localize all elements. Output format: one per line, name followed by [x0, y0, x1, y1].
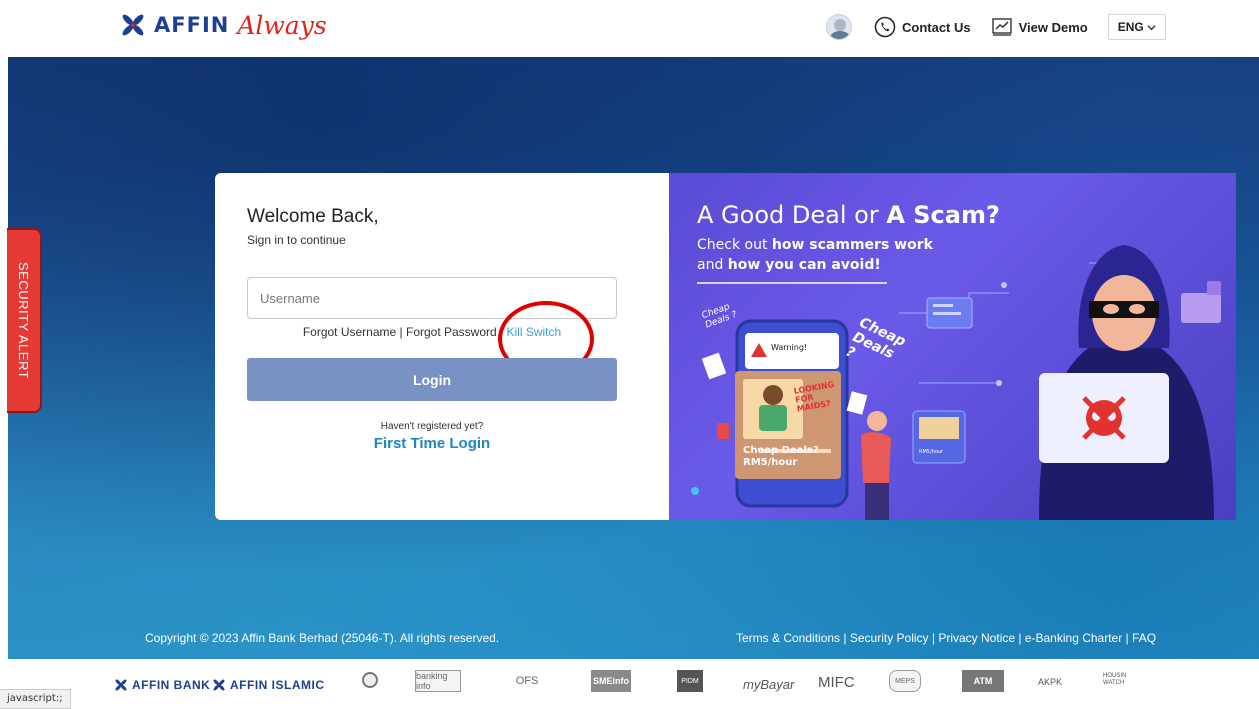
affin-islamic-logo[interactable]: AFFIN ISLAMIC	[211, 677, 325, 693]
login-button[interactable]: Login	[247, 358, 617, 401]
meps-logo[interactable]: MEPS	[889, 670, 921, 692]
view-demo-label: View Demo	[1018, 19, 1088, 35]
security-alert-label: SECURITY ALERT	[16, 261, 31, 380]
seal-logo[interactable]	[362, 672, 378, 688]
affin-always-logo[interactable]: AFFIN Always	[118, 10, 327, 40]
forgot-username-link[interactable]: Forgot Username	[303, 325, 396, 339]
affin-flower-icon	[213, 679, 225, 691]
copyright-text: Copyright © 2023 Affin Bank Berhad (2504…	[145, 631, 500, 645]
bankinginfo-logo[interactable]: banking info	[415, 670, 461, 692]
header: AFFIN Always Contact Us View Demo ENG	[0, 0, 1259, 57]
scam-awareness-banner[interactable]: A Good Deal or A Scam? Check out how sca…	[669, 173, 1236, 520]
pidm-logo[interactable]: PIDM	[677, 670, 703, 692]
ofs-logo[interactable]: OFS	[507, 670, 547, 692]
login-card: Welcome Back, Sign in to continue Forgot…	[215, 173, 669, 520]
security-alert-tab[interactable]: SECURITY ALERT	[7, 228, 42, 413]
smeinfo-logo[interactable]: SMEinfo	[591, 670, 631, 692]
affin-bank-logo[interactable]: AFFIN BANK	[113, 677, 210, 693]
mybayar-logo[interactable]: myBayar	[743, 677, 794, 692]
signin-subtitle: Sign in to continue	[247, 233, 346, 247]
affin-flower-icon	[122, 14, 144, 36]
presentation-chart-icon	[991, 18, 1012, 36]
welcome-heading: Welcome Back,	[247, 206, 379, 227]
link-separator: |	[396, 325, 406, 339]
footer: Copyright © 2023 Affin Bank Berhad (2504…	[8, 624, 1259, 652]
view-demo-link[interactable]: View Demo	[991, 16, 1088, 38]
akpk-logo[interactable]: AKPK	[1038, 677, 1062, 687]
rate-ad-text: RM5/hour	[743, 457, 798, 468]
ebanking-charter-link[interactable]: e-Banking Charter	[1025, 631, 1122, 645]
contact-us-link[interactable]: Contact Us	[874, 16, 971, 38]
contact-us-label: Contact Us	[902, 19, 971, 35]
privacy-notice-link[interactable]: Privacy Notice	[938, 631, 1015, 645]
browser-status-bar: javascript:;	[0, 689, 71, 709]
mifc-logo[interactable]: MIFC	[818, 674, 855, 691]
warning-label: Warning!	[771, 343, 808, 352]
forgot-password-link[interactable]: Forgot Password	[406, 325, 497, 339]
phone-icon	[874, 16, 896, 38]
cheap-deals-ad-text: Cheap Deals?	[743, 445, 819, 456]
header-actions: Contact Us View Demo ENG	[826, 13, 1166, 41]
affin-flower-icon	[115, 679, 127, 691]
partner-logos-bar: AFFIN BANK AFFIN ISLAMIC banking info OF…	[0, 659, 1259, 709]
faq-link[interactable]: FAQ	[1132, 631, 1156, 645]
terms-link[interactable]: Terms & Conditions	[736, 631, 840, 645]
brand-always: Always	[237, 10, 327, 40]
first-time-login-link[interactable]: First Time Login	[247, 435, 617, 452]
not-registered-text: Haven't registered yet?	[380, 421, 484, 432]
small-card-rate: RM5/hour	[919, 449, 944, 455]
user-avatar-icon[interactable]	[826, 14, 852, 40]
footer-links: Terms & Conditions | Security Policy | P…	[736, 631, 1157, 645]
security-policy-link[interactable]: Security Policy	[850, 631, 929, 645]
housing-watch-logo[interactable]: HOUSIN WATCH	[1103, 673, 1143, 687]
language-selector[interactable]: ENG	[1107, 14, 1166, 40]
chevron-down-icon	[1147, 24, 1156, 30]
brand-affin: AFFIN	[154, 13, 230, 37]
language-value: ENG	[1117, 20, 1144, 34]
atm-logo[interactable]: ATM	[962, 670, 1004, 692]
